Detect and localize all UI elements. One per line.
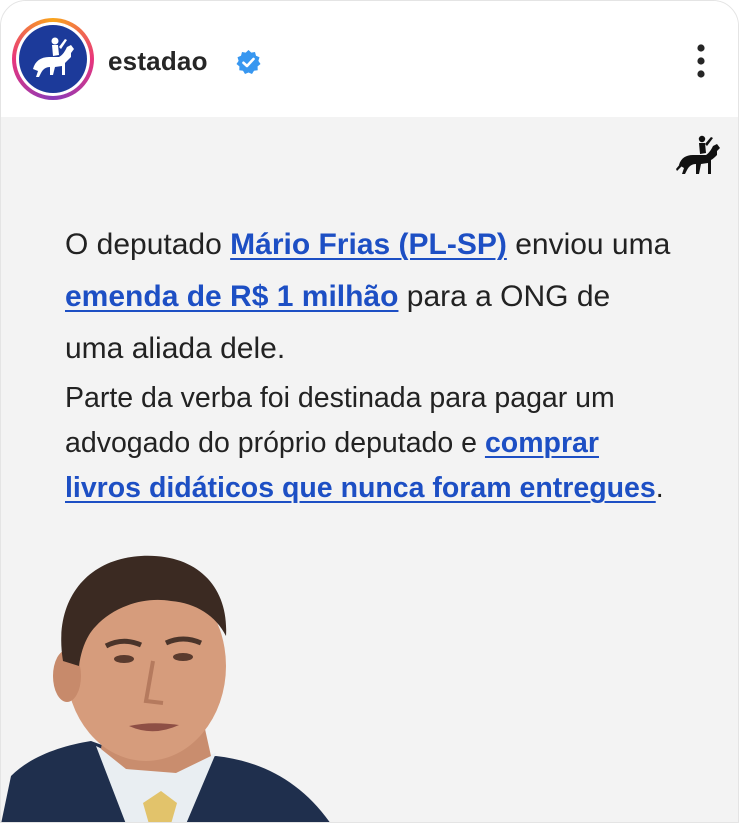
username[interactable]: estadao	[108, 46, 208, 77]
post-paragraph-1: O deputado Mário Frias (PL-SP) enviou um…	[65, 228, 671, 365]
story-ring[interactable]	[12, 18, 94, 100]
post-paragraph-2: Parte da verba foi destinada para pagar …	[65, 382, 664, 504]
link-emenda[interactable]: emenda de R$ 1 milhão	[65, 280, 398, 313]
horse-rider-watermark-icon	[676, 135, 720, 174]
instagram-post-card: estadao O deputado Mário Frias (PL-SP) e…	[0, 0, 739, 823]
more-options-icon[interactable]	[687, 41, 715, 81]
avatar[interactable]	[19, 25, 87, 93]
link-mario-frias[interactable]: Mário Frias (PL-SP)	[230, 228, 507, 261]
horse-rider-logo-icon	[33, 37, 74, 77]
post-header: estadao	[1, 1, 738, 117]
politician-photo	[1, 555, 330, 822]
verified-badge-icon	[236, 50, 261, 74]
